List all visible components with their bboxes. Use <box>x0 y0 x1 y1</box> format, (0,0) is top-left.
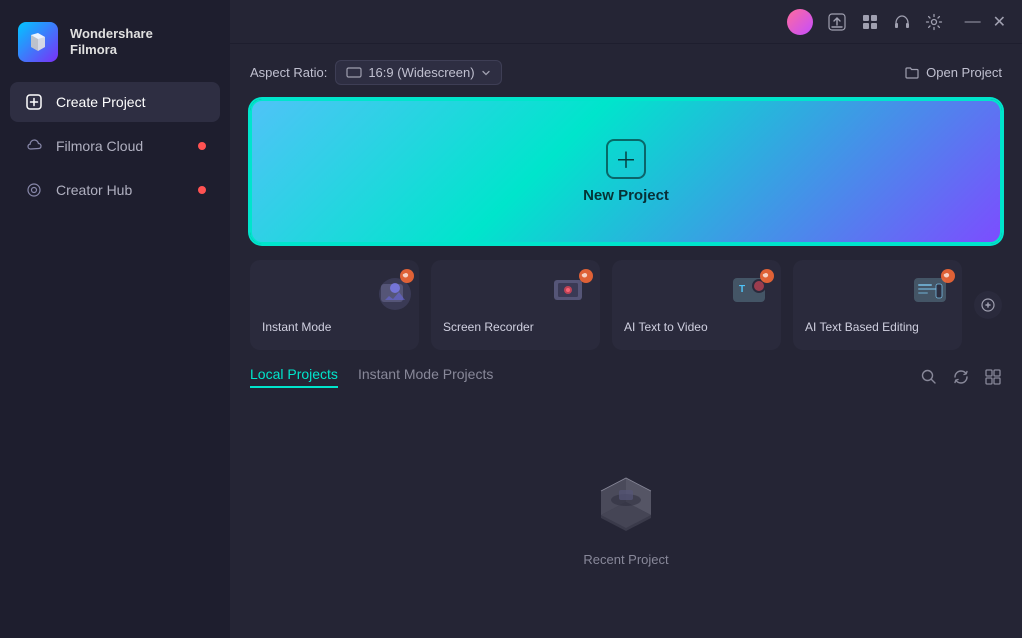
search-icon[interactable] <box>920 368 938 386</box>
sidebar-item-filmora-cloud-label: Filmora Cloud <box>56 138 143 154</box>
projects-tabs: Local Projects Instant Mode Projects <box>250 366 1002 388</box>
feature-card-screen-recorder[interactable]: Screen Recorder <box>431 260 600 350</box>
refresh-icon[interactable] <box>952 368 970 386</box>
open-project-label: Open Project <box>926 65 1002 80</box>
feature-card-ai-text-based-editing[interactable]: AI Text Based Editing <box>793 260 962 350</box>
ai-text-based-editing-label: AI Text Based Editing <box>805 320 919 336</box>
logo-area: Wondershare Filmora <box>0 10 230 82</box>
sidebar: Wondershare Filmora Create Project Filmo… <box>0 0 230 638</box>
new-project-banner[interactable]: ＋ New Project <box>250 99 1002 244</box>
empty-box-icon <box>581 456 671 536</box>
feature-card-instant-mode[interactable]: Instant Mode <box>250 260 419 350</box>
new-project-label: New Project <box>583 187 669 204</box>
empty-state: Recent Project <box>250 400 1002 622</box>
content-area: Aspect Ratio: 16:9 (Widescreen) Open Pro… <box>230 44 1022 638</box>
view-grid-icon[interactable] <box>984 368 1002 386</box>
sidebar-item-creator-hub-label: Creator Hub <box>56 182 132 198</box>
ai-text-based-editing-card-icon <box>902 266 958 316</box>
ai-text-to-video-card-icon: T <box>721 266 777 316</box>
settings-icon[interactable] <box>925 13 943 31</box>
creator-hub-dot <box>198 186 206 194</box>
tabs-left: Local Projects Instant Mode Projects <box>250 366 493 388</box>
tab-local-projects[interactable]: Local Projects <box>250 366 338 388</box>
sidebar-item-create-project-label: Create Project <box>56 94 145 110</box>
tab-instant-mode-projects[interactable]: Instant Mode Projects <box>358 366 493 388</box>
more-feature-cards-button[interactable] <box>974 291 1002 319</box>
instant-mode-label: Instant Mode <box>262 320 331 336</box>
main-content: — ✕ Aspect Ratio: 16:9 (Widescreen) <box>230 0 1022 638</box>
empty-state-label: Recent Project <box>583 552 668 567</box>
aspect-ratio-label: Aspect Ratio: <box>250 65 327 80</box>
headset-icon[interactable] <box>893 13 911 31</box>
svg-text:T: T <box>739 284 745 295</box>
feature-cards: Instant Mode Screen Recorder T <box>250 260 1002 350</box>
logo-text: Wondershare Filmora <box>70 26 153 57</box>
creator-hub-icon <box>24 180 44 200</box>
product-name: Filmora <box>70 42 153 58</box>
filmora-cloud-dot <box>198 142 206 150</box>
feature-card-ai-text-to-video[interactable]: T AI Text to Video <box>612 260 781 350</box>
folder-icon <box>904 65 920 81</box>
aspect-ratio-value: 16:9 (Widescreen) <box>368 65 474 80</box>
sidebar-item-filmora-cloud[interactable]: Filmora Cloud <box>10 126 220 166</box>
cloud-upload-icon[interactable] <box>827 12 847 32</box>
window-controls: — ✕ <box>965 12 1006 32</box>
open-project-button[interactable]: Open Project <box>904 65 1002 81</box>
close-button[interactable]: ✕ <box>993 12 1006 32</box>
user-avatar[interactable] <box>787 9 813 35</box>
sidebar-item-create-project[interactable]: Create Project <box>10 82 220 122</box>
titlebar-icons: — ✕ <box>787 9 1006 35</box>
grid-apps-icon[interactable] <box>861 13 879 31</box>
cloud-icon <box>24 136 44 156</box>
minimize-button[interactable]: — <box>965 13 981 31</box>
aspect-ratio-selector: Aspect Ratio: 16:9 (Widescreen) <box>250 60 502 85</box>
ai-text-to-video-label: AI Text to Video <box>624 320 708 336</box>
top-bar: Aspect Ratio: 16:9 (Widescreen) Open Pro… <box>250 60 1002 85</box>
new-project-plus-icon: ＋ <box>606 139 646 179</box>
chevron-down-icon <box>481 68 491 78</box>
nav-items: Create Project Filmora Cloud Creator Hub <box>0 82 230 210</box>
logo-icon <box>18 22 58 62</box>
titlebar: — ✕ <box>230 0 1022 44</box>
aspect-ratio-icon <box>346 67 362 78</box>
create-project-icon <box>24 92 44 112</box>
sidebar-item-creator-hub[interactable]: Creator Hub <box>10 170 220 210</box>
instant-mode-card-icon <box>359 266 415 316</box>
aspect-ratio-dropdown[interactable]: 16:9 (Widescreen) <box>335 60 501 85</box>
tabs-right <box>920 368 1002 386</box>
projects-section: Local Projects Instant Mode Projects <box>250 366 1002 622</box>
brand-name: Wondershare <box>70 26 153 42</box>
screen-recorder-label: Screen Recorder <box>443 320 534 336</box>
screen-recorder-card-icon <box>540 266 596 316</box>
